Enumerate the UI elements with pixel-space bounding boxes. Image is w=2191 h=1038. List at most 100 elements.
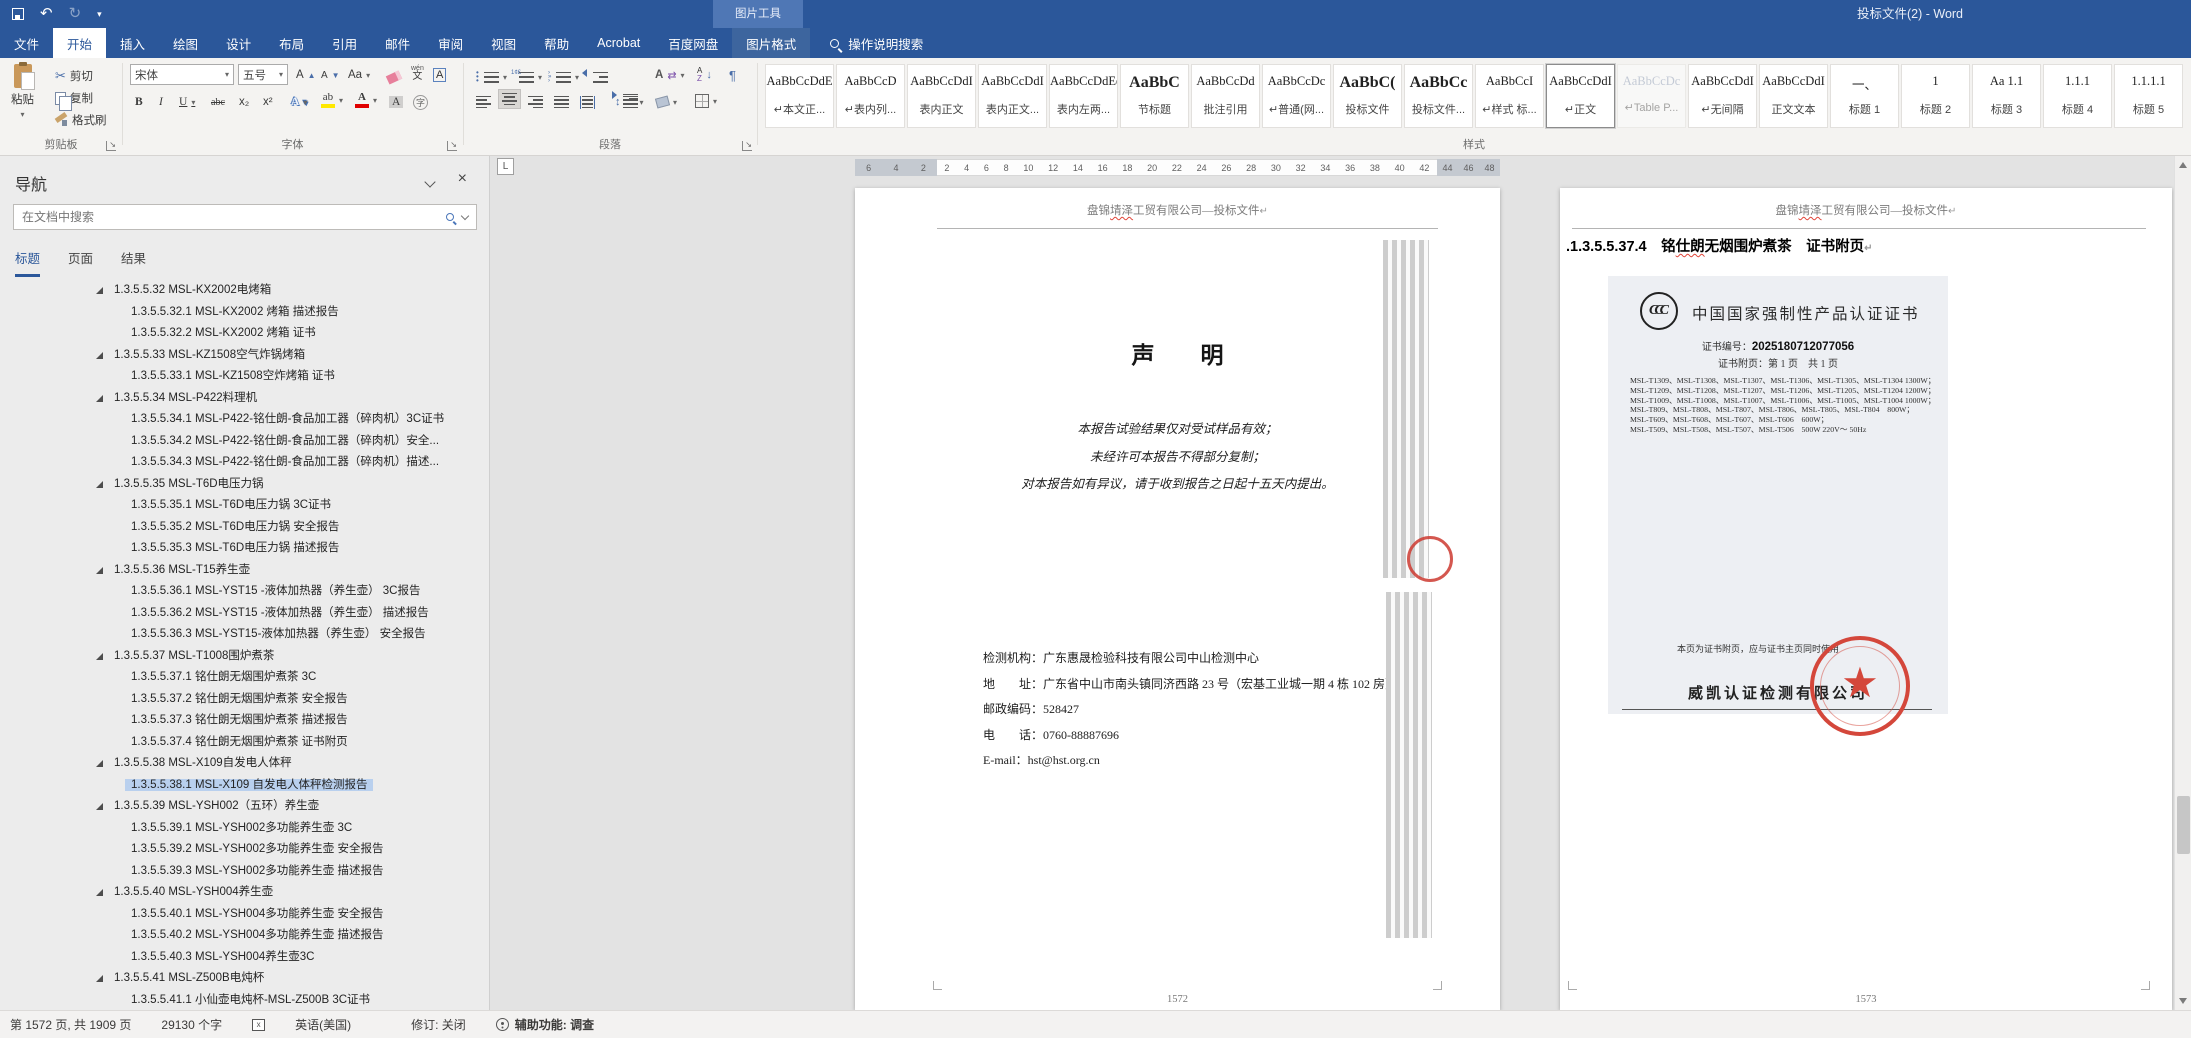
copy-button[interactable]: 复制: [52, 87, 96, 111]
font-size-combo[interactable]: 五号 ▾: [238, 64, 288, 85]
style-cell[interactable]: AaBbCcDdEe 表内左两...: [1049, 64, 1118, 128]
heading-tree-item[interactable]: 1.3.5.5.36.2 MSL-YST15 -液体加热器（养生壶） 描述报告: [0, 603, 487, 625]
strikethrough-button[interactable]: abc: [208, 91, 228, 113]
ruler-text-area[interactable]: 2 4 6 8 10 12 14 16 18 20 22 24 26 28 30 32 34 36 38 40 42: [937, 159, 1437, 176]
heading-tree-item[interactable]: 1.3.5.5.38.1 MSL-X109 自发电人体秤检测报告: [0, 775, 487, 797]
format-painter-button[interactable]: 格式刷: [52, 109, 110, 131]
highlight-color-button[interactable]: ab ▾: [318, 89, 346, 111]
heading-tree-item[interactable]: 1.3.5.5.41 MSL-Z500B电炖杯: [0, 968, 487, 990]
save-icon[interactable]: [12, 8, 24, 20]
heading-tree-item[interactable]: 1.3.5.5.33 MSL-KZ1508空气炸锅烤箱: [0, 345, 487, 367]
heading-tree-item[interactable]: 1.3.5.5.41.1 小仙壶电炖杯-MSL-Z500B 3C证书: [0, 990, 487, 1011]
vertical-scrollbar[interactable]: [2174, 156, 2191, 1010]
shading-button[interactable]: ▾: [653, 91, 680, 113]
heading-tree-item[interactable]: 1.3.5.5.32.2 MSL-KX2002 烤箱 证书: [0, 323, 487, 345]
heading-tree-item[interactable]: 1.3.5.5.32.1 MSL-KX2002 烤箱 描述报告: [0, 302, 487, 324]
style-cell[interactable]: AaBbC 节标题: [1120, 64, 1189, 128]
style-cell[interactable]: AaBbCcD ↵表内列...: [836, 64, 905, 128]
style-cell[interactable]: AaBbCcI ↵样式 标...: [1475, 64, 1544, 128]
ribbon-tab[interactable]: 设计: [212, 28, 265, 58]
italic-button[interactable]: I: [156, 91, 166, 113]
scroll-up-icon[interactable]: [2179, 162, 2187, 168]
heading-tree-item[interactable]: 1.3.5.5.37.3 铭仕朗无烟围炉煮茶 描述报告: [0, 710, 487, 732]
style-cell[interactable]: AaBbCcDc ↵普通(网...: [1262, 64, 1331, 128]
ribbon-tab[interactable]: Acrobat: [583, 28, 654, 58]
character-border-button[interactable]: A: [430, 64, 449, 86]
ribbon-tab[interactable]: 绘图: [159, 28, 212, 58]
heading-tree-item[interactable]: 1.3.5.5.37.4 铭仕朗无烟围炉煮茶 证书附页: [0, 732, 487, 754]
paste-button[interactable]: 粘贴 ▾: [8, 62, 37, 142]
cut-button[interactable]: ✂ 剪切: [52, 65, 96, 87]
scrollbar-thumb[interactable]: [2177, 796, 2190, 854]
ribbon-tab[interactable]: 引用: [318, 28, 371, 58]
page-indicator[interactable]: 第 1572 页, 共 1909 页: [10, 1016, 131, 1033]
ribbon-tab[interactable]: 百度网盘: [654, 28, 732, 58]
superscript-button[interactable]: x²: [260, 91, 276, 113]
align-right-button[interactable]: [525, 91, 546, 113]
style-cell[interactable]: AaBbCcDdI 正文文本: [1759, 64, 1828, 128]
customize-qat-icon[interactable]: ▾: [97, 9, 102, 20]
sort-button[interactable]: A Z ↓: [694, 64, 715, 86]
navigation-tab[interactable]: 结果: [121, 248, 146, 277]
heading-tree-item[interactable]: 1.3.5.5.32 MSL-KX2002电烤箱: [0, 280, 487, 302]
ribbon-tab[interactable]: 审阅: [424, 28, 477, 58]
style-cell[interactable]: AaBbCcDd 批注引用: [1191, 64, 1260, 128]
asian-layout-button[interactable]: A ⇄ ▾: [652, 64, 688, 86]
heading-tree-item[interactable]: 1.3.5.5.36.3 MSL-YST15-液体加热器（养生壶） 安全报告: [0, 624, 487, 646]
align-left-button[interactable]: [473, 91, 494, 113]
search-options-chevron-icon[interactable]: [460, 211, 470, 220]
text-effects-button[interactable]: A ▾: [288, 91, 310, 113]
ribbon-tab[interactable]: 图片格式: [732, 28, 811, 58]
heading-tree-item[interactable]: 1.3.5.5.39.2 MSL-YSH002多功能养生壶 安全报告: [0, 839, 487, 861]
line-spacing-button[interactable]: ↕ ▾: [612, 91, 647, 113]
heading-tree-item[interactable]: 1.3.5.5.33.1 MSL-KZ1508空炸烤箱 证书: [0, 366, 487, 388]
numbering-button[interactable]: ▾: [508, 66, 545, 88]
bullets-button[interactable]: ▾: [473, 66, 510, 88]
multilevel-list-button[interactable]: ▾: [545, 66, 582, 88]
heading-tree-item[interactable]: 1.3.5.5.36.1 MSL-YST15 -液体加热器（养生壶） 3C报告: [0, 581, 487, 603]
ruler-right-margin[interactable]: 44 46 48: [1437, 159, 1500, 176]
change-case-button[interactable]: Aa ▾: [345, 64, 373, 86]
ribbon-tab[interactable]: 视图: [477, 28, 530, 58]
heading-tree-item[interactable]: 1.3.5.5.40.1 MSL-YSH004多功能养生壶 安全报告: [0, 904, 487, 926]
ribbon-tab[interactable]: 开始: [53, 28, 107, 58]
heading-tree-item[interactable]: 1.3.5.5.36 MSL-T15养生壶: [0, 560, 487, 582]
close-icon[interactable]: ×: [458, 170, 467, 188]
heading-tree-item[interactable]: 1.3.5.5.40.3 MSL-YSH004养生壶3C: [0, 947, 487, 969]
document-search-box[interactable]: [13, 204, 477, 230]
ruler-left-margin[interactable]: 6 4 2: [855, 159, 937, 176]
ribbon-tab[interactable]: 帮助: [530, 28, 583, 58]
scroll-down-icon[interactable]: [2179, 998, 2187, 1004]
style-cell[interactable]: AaBbCcDdI 表内正文...: [978, 64, 1047, 128]
clear-format-button[interactable]: [384, 66, 404, 88]
show-marks-button[interactable]: ¶: [726, 64, 739, 86]
heading-tree-item[interactable]: 1.3.5.5.34.1 MSL-P422-铭仕朗-食品加工器（碎肉机）3C证书: [0, 409, 487, 431]
style-cell[interactable]: Aa 1.1 标题 3: [1972, 64, 2041, 128]
heading-tree-item[interactable]: 1.3.5.5.37 MSL-T1008围炉煮茶: [0, 646, 487, 668]
search-icon[interactable]: [446, 213, 454, 221]
heading-tree-item[interactable]: 1.3.5.5.35.1 MSL-T6D电压力锅 3C证书: [0, 495, 487, 517]
style-cell[interactable]: AaBbCc 投标文件...: [1404, 64, 1473, 128]
phonetic-guide-button[interactable]: wén 文: [408, 62, 427, 84]
heading-tree-item[interactable]: 1.3.5.5.39 MSL-YSH002（五环）养生壶: [0, 796, 487, 818]
tab-stop-selector[interactable]: L: [497, 158, 514, 175]
navigation-tab[interactable]: 标题: [15, 248, 41, 277]
heading-tree-item[interactable]: 1.3.5.5.39.1 MSL-YSH002多功能养生壶 3C: [0, 818, 487, 840]
certificate-image[interactable]: CCC 中国国家强制性产品认证证书 证书编号：2025180712077056 …: [1608, 276, 1948, 714]
borders-button[interactable]: ▾: [692, 90, 720, 112]
heading-tree-item[interactable]: 1.3.5.5.34.2 MSL-P422-铭仕朗-食品加工器（碎肉机）安全..…: [0, 431, 487, 453]
distribute-button[interactable]: [577, 91, 598, 113]
style-cell[interactable]: AaBbCcDdI ↵正文: [1545, 63, 1616, 129]
style-cell[interactable]: AaBbCcDdE ↵本文正...: [765, 64, 834, 128]
heading-tree-item[interactable]: 1.3.5.5.35.3 MSL-T6D电压力锅 描述报告: [0, 538, 487, 560]
undo-icon[interactable]: ↶: [40, 3, 53, 25]
style-cell[interactable]: 1.1.1 标题 4: [2043, 64, 2112, 128]
accessibility-indicator[interactable]: 辅助功能: 调查: [495, 1016, 594, 1033]
style-cell[interactable]: AaBbCcDc ↵Table P...: [1617, 64, 1686, 128]
justify-button[interactable]: [551, 91, 572, 113]
pane-options-chevron-icon[interactable]: [424, 176, 436, 188]
search-input[interactable]: [22, 210, 438, 224]
align-center-button[interactable]: [498, 89, 521, 109]
language-indicator[interactable]: 英语(美国): [295, 1016, 351, 1033]
document-page-1[interactable]: 盘锦埥泽工贸有限公司—投标文件↵ 声 明 本报告试验结果仅对受试样品有效； 未经许…: [855, 188, 1500, 1010]
